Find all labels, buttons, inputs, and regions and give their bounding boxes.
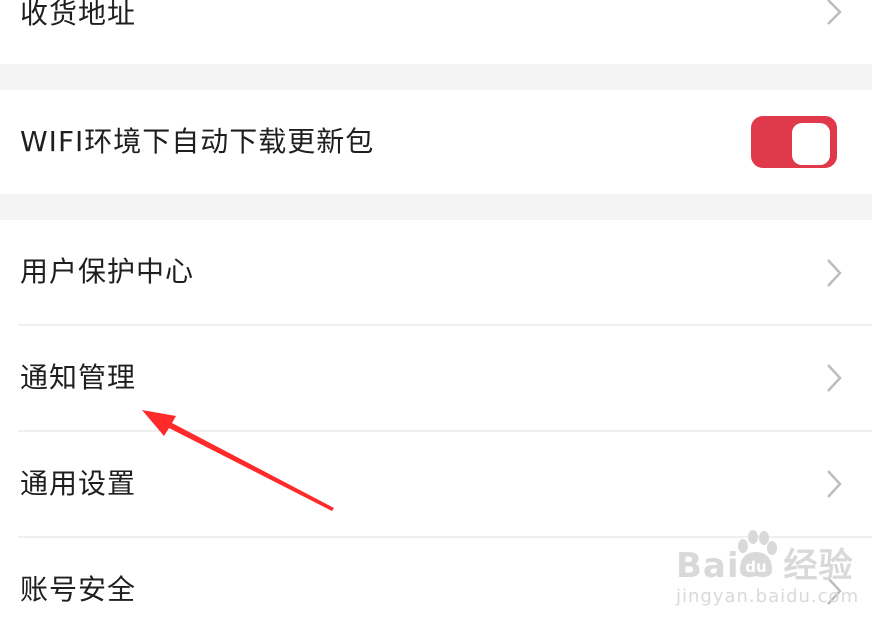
general-settings-row[interactable]: 通用设置 [0, 432, 872, 536]
chevron-right-icon [827, 470, 842, 498]
user-protection-label: 用户保护中心 [20, 255, 195, 288]
address-row[interactable]: 收货地址 [0, 0, 872, 64]
toggle-knob [792, 123, 830, 165]
notifications-label: 通知管理 [20, 361, 137, 394]
wifi-download-label: WIFI环境下自动下载更新包 [20, 125, 375, 158]
svg-text:du: du [745, 558, 766, 576]
wifi-download-toggle[interactable] [751, 116, 837, 168]
account-security-label: 账号安全 [20, 573, 137, 606]
section-gap [0, 64, 872, 90]
user-protection-row[interactable]: 用户保护中心 [0, 220, 872, 324]
paw-icon: du [738, 530, 777, 578]
chevron-right-icon [827, 364, 842, 392]
notifications-row[interactable]: 通知管理 [0, 326, 872, 430]
general-settings-label: 通用设置 [20, 467, 137, 500]
section-gap [0, 194, 872, 220]
wifi-download-row: WIFI环境下自动下载更新包 [0, 90, 872, 194]
chevron-right-icon [827, 0, 842, 25]
watermark-url: jingyan.baidu.com [676, 586, 860, 607]
address-label: 收货地址 [20, 0, 137, 30]
chevron-right-icon [827, 259, 842, 287]
